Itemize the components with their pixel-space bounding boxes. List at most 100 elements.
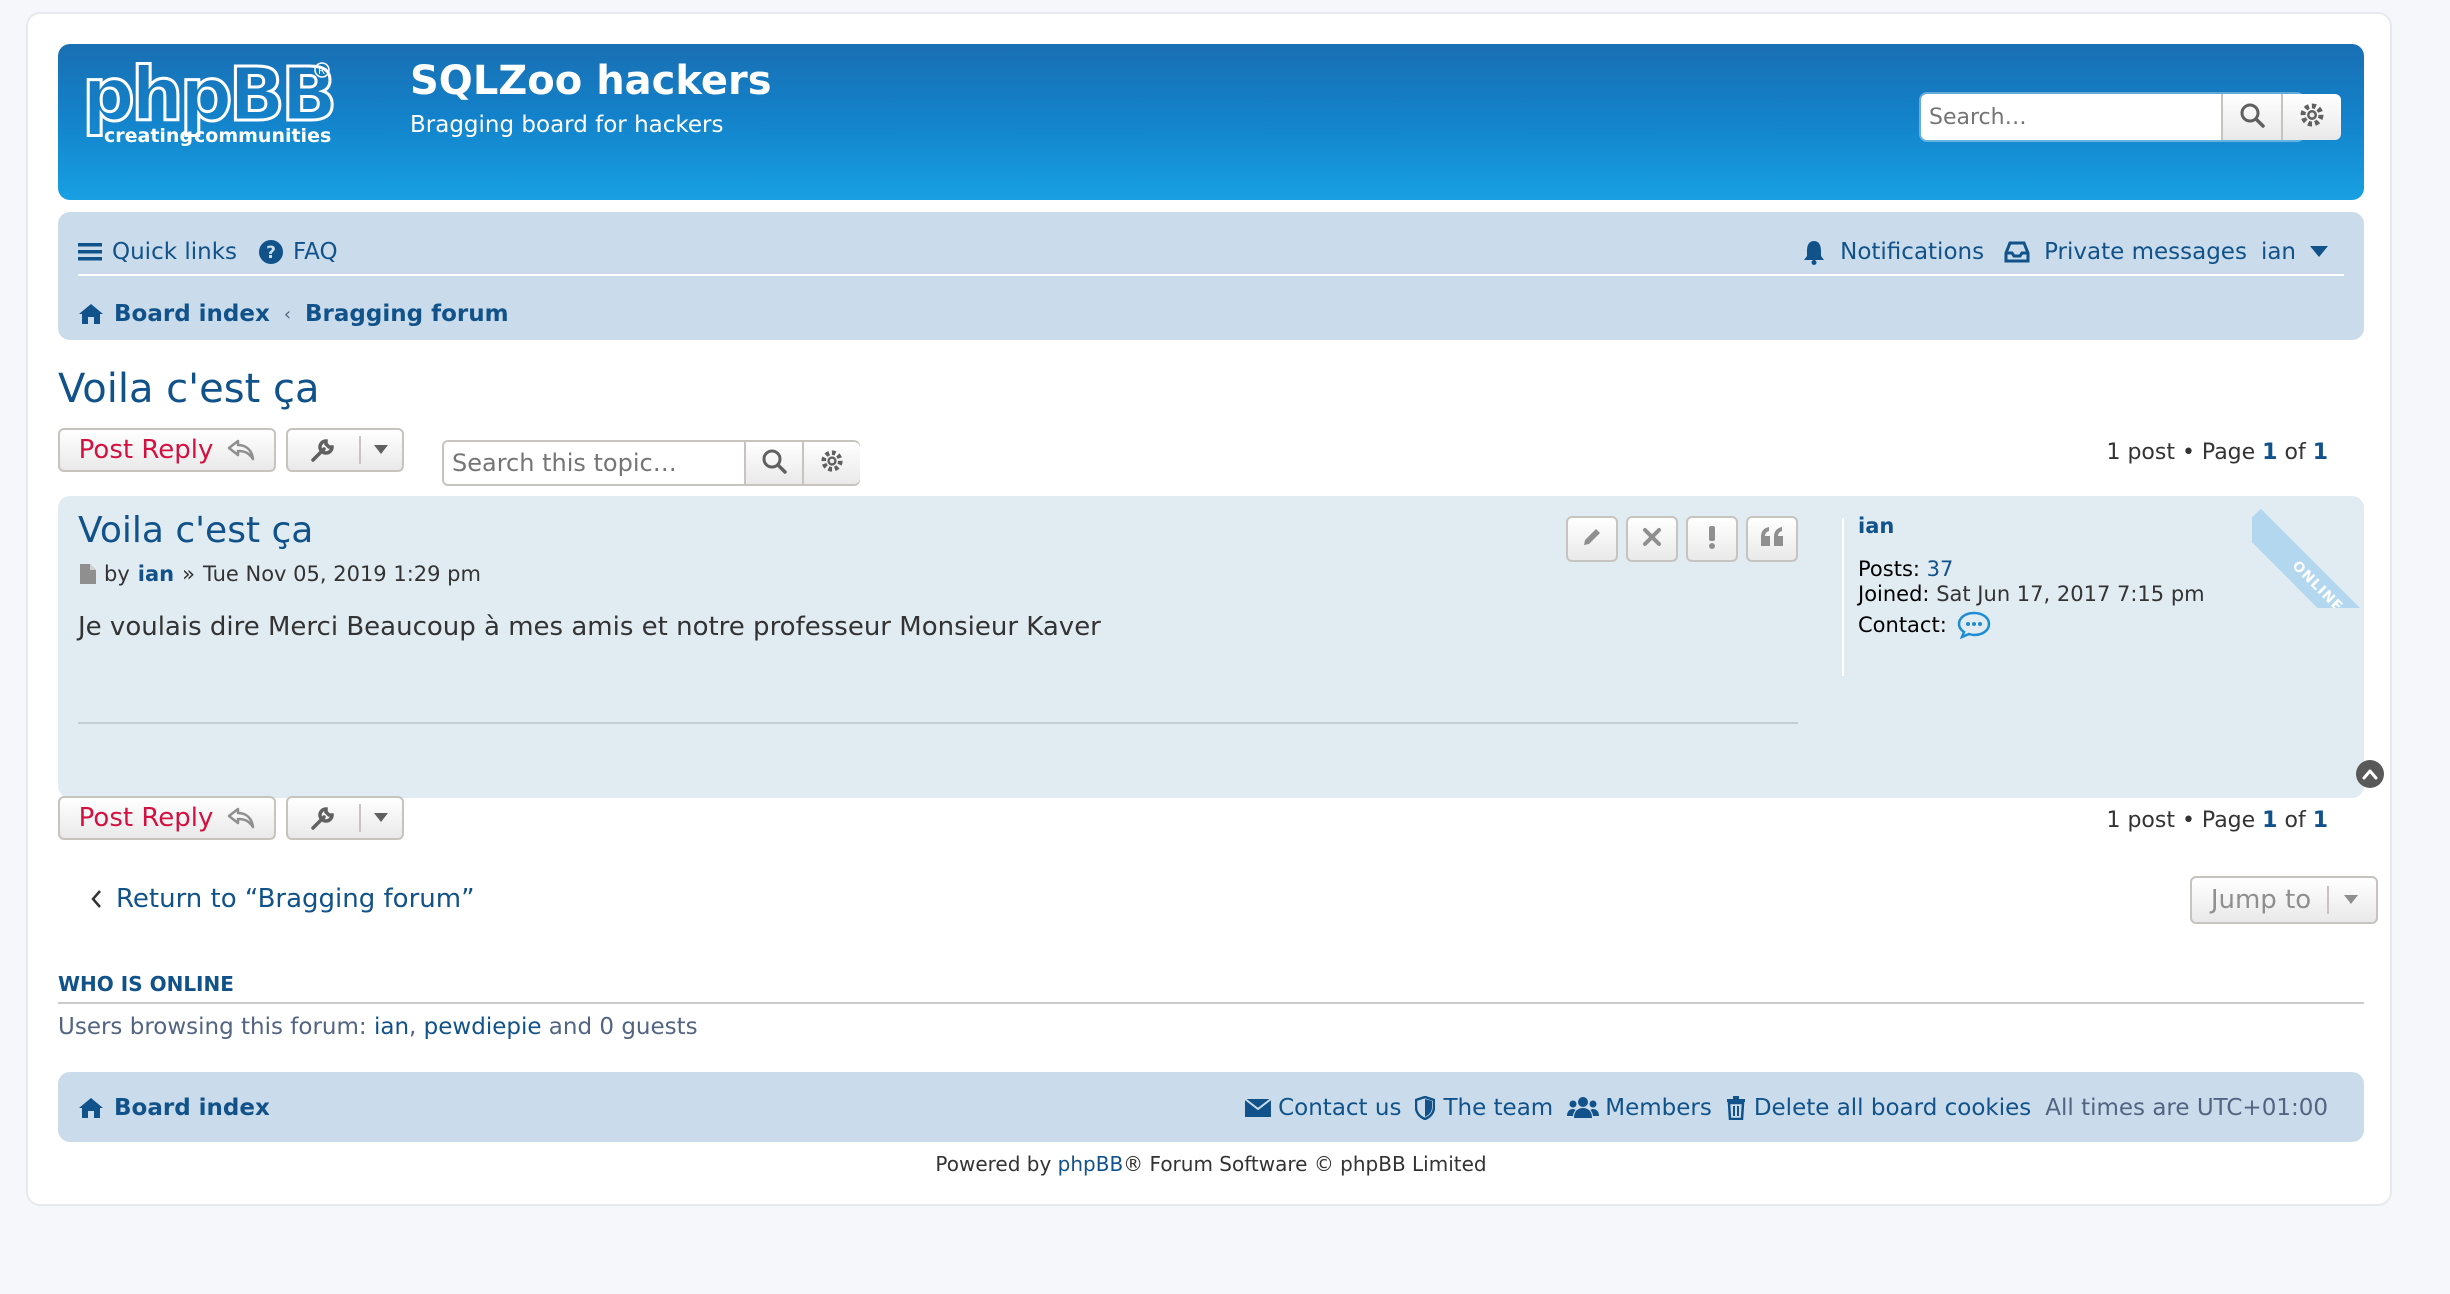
breadcrumb-board-index[interactable]: Board index — [114, 301, 270, 327]
site-title[interactable]: SQLZoo hackers — [410, 58, 772, 104]
return-to-forum-link[interactable]: Return to “Bragging forum” — [90, 884, 475, 914]
question-circle-icon: ? — [259, 240, 284, 264]
post-author-link[interactable]: ian — [138, 562, 174, 586]
topic-advanced-search-button[interactable] — [802, 442, 860, 484]
post-reply-label: Post Reply — [78, 803, 214, 833]
reply-icon — [227, 807, 255, 829]
footer-right: Contact us The team Members Delete all b… — [1244, 1088, 2328, 1128]
delete-post-button[interactable] — [1626, 516, 1678, 562]
wrench-icon — [288, 798, 359, 838]
svg-text:R: R — [318, 66, 325, 77]
who-is-online-text: Users browsing this forum: ian, pewdiepi… — [58, 1014, 698, 1040]
quick-links-button[interactable]: Quick links — [112, 239, 237, 265]
profile-joined-label: Joined: — [1858, 582, 1930, 606]
members-link[interactable]: Members — [1605, 1095, 1712, 1121]
back-to-top-icon[interactable] — [2356, 760, 2384, 788]
total-pages: 1 — [2312, 440, 2328, 465]
user-menu-username[interactable]: ian — [2261, 239, 2296, 265]
notifications-link[interactable]: Notifications — [1840, 239, 1984, 265]
profile-posts-label: Posts: — [1858, 557, 1920, 581]
profile-username[interactable]: ian — [1858, 514, 1894, 538]
post-content: Je voulais dire Merci Beaucoup à mes ami… — [78, 612, 1101, 642]
gear-icon — [820, 449, 844, 477]
online-badge: ONLINE — [2252, 496, 2364, 608]
file-icon[interactable] — [80, 564, 96, 584]
post-count: 1 post • Page — [2106, 440, 2263, 465]
wrench-icon — [288, 430, 359, 470]
post-reply-button-bottom[interactable]: Post Reply — [58, 796, 276, 840]
private-messages-link[interactable]: Private messages — [2044, 239, 2247, 265]
search-icon — [2239, 102, 2265, 132]
powered-prefix: Powered by — [935, 1152, 1058, 1176]
quote-post-button[interactable] — [1746, 516, 1798, 562]
post-reply-button-top[interactable]: Post Reply — [58, 428, 276, 472]
gear-icon — [2299, 102, 2325, 132]
online-user-ian[interactable]: ian — [374, 1014, 409, 1040]
profile-joined-value: Sat Jun 17, 2017 7:15 pm — [1936, 582, 2205, 606]
topic-tools-button-bottom[interactable] — [286, 796, 404, 840]
breadcrumb-bragging-forum[interactable]: Bragging forum — [305, 301, 509, 327]
pencil-icon — [1580, 525, 1604, 553]
post-buttons — [1566, 516, 1798, 562]
logo-tagline-left: creating — [104, 125, 193, 147]
profile-contact-label: Contact: — [1858, 612, 1947, 637]
caret-down-icon[interactable] — [2310, 246, 2328, 258]
caret-down-icon — [2329, 895, 2373, 905]
post-meta: by ian » Tue Nov 05, 2019 1:29 pm — [80, 562, 481, 586]
online-user-pewdiepie[interactable]: pewdiepie — [424, 1014, 542, 1040]
copyright: Powered by phpBB® Forum Software © phpBB… — [28, 1152, 2394, 1176]
site-description: Bragging board for hackers — [410, 112, 724, 138]
chat-bubble-icon[interactable] — [1957, 611, 1991, 639]
topic-search-input[interactable] — [444, 442, 744, 484]
footer-board-index-link[interactable]: Board index — [114, 1095, 270, 1121]
navbar-divider — [78, 274, 2344, 276]
shield-icon — [1415, 1096, 1436, 1120]
return-to-forum-label: Return to “Bragging forum” — [116, 884, 475, 914]
who-is-online-comma: , — [409, 1014, 424, 1040]
faq-link[interactable]: FAQ — [293, 239, 338, 265]
report-post-button[interactable] — [1686, 516, 1738, 562]
nav-right: Notifications Private messages ian — [1802, 232, 2328, 272]
header-search-input[interactable] — [1921, 94, 2221, 140]
post-title[interactable]: Voila c'est ça — [78, 510, 313, 551]
current-page: 1 — [2262, 440, 2278, 465]
exclamation-icon — [1707, 525, 1717, 553]
post-count: 1 post • Page — [2106, 808, 2263, 833]
who-is-online-heading: WHO IS ONLINE — [58, 972, 234, 996]
edit-post-button[interactable] — [1566, 516, 1618, 562]
post-reply-label: Post Reply — [78, 435, 214, 465]
bell-icon — [1802, 239, 1826, 265]
online-badge-label: ONLINE — [2252, 508, 2364, 608]
page-of: of — [2277, 808, 2313, 833]
chevron-left-icon: ‹ — [283, 303, 292, 325]
pagination-bottom: 1 post • Page 1 of 1 — [2106, 808, 2328, 833]
delete-cookies-link[interactable]: Delete all board cookies — [1754, 1095, 2031, 1121]
logo-tagline-right: communities — [194, 125, 331, 147]
inbox-icon — [2004, 241, 2030, 263]
topic-search-button[interactable] — [744, 442, 802, 484]
page-wrapper: phpBB R creating communities SQLZoo hack… — [26, 12, 2392, 1206]
topic-search — [442, 440, 860, 486]
chevron-left-icon — [90, 889, 102, 909]
advanced-search-button[interactable] — [2281, 94, 2341, 140]
envelope-icon — [1244, 1098, 1272, 1118]
contact-us-link[interactable]: Contact us — [1278, 1095, 1401, 1121]
users-icon — [1567, 1096, 1600, 1120]
profile-posts-value[interactable]: 37 — [1927, 557, 1954, 581]
post-divider — [78, 722, 1798, 724]
header-search — [1921, 94, 2341, 140]
header-search-button[interactable] — [2221, 94, 2281, 140]
the-team-link[interactable]: The team — [1443, 1095, 1553, 1121]
jump-to-dropdown[interactable]: Jump to — [2190, 876, 2378, 924]
phpbb-link[interactable]: phpBB — [1058, 1152, 1124, 1176]
topic-title[interactable]: Voila c'est ça — [58, 366, 320, 412]
post-profile: ian Posts: 37 Joined: Sat Jun 17, 2017 7… — [1858, 514, 2205, 639]
footer-left: Board index — [78, 1088, 270, 1128]
phpbb-logo[interactable]: phpBB R creating communities — [81, 50, 372, 150]
jump-to-label: Jump to — [2210, 885, 2312, 915]
topic-tools-button-top[interactable] — [286, 428, 404, 472]
pagination-top: 1 post • Page 1 of 1 — [2106, 440, 2328, 465]
current-page: 1 — [2262, 808, 2278, 833]
menu-icon — [78, 241, 102, 263]
breadcrumb: Board index ‹ Bragging forum — [78, 294, 509, 334]
